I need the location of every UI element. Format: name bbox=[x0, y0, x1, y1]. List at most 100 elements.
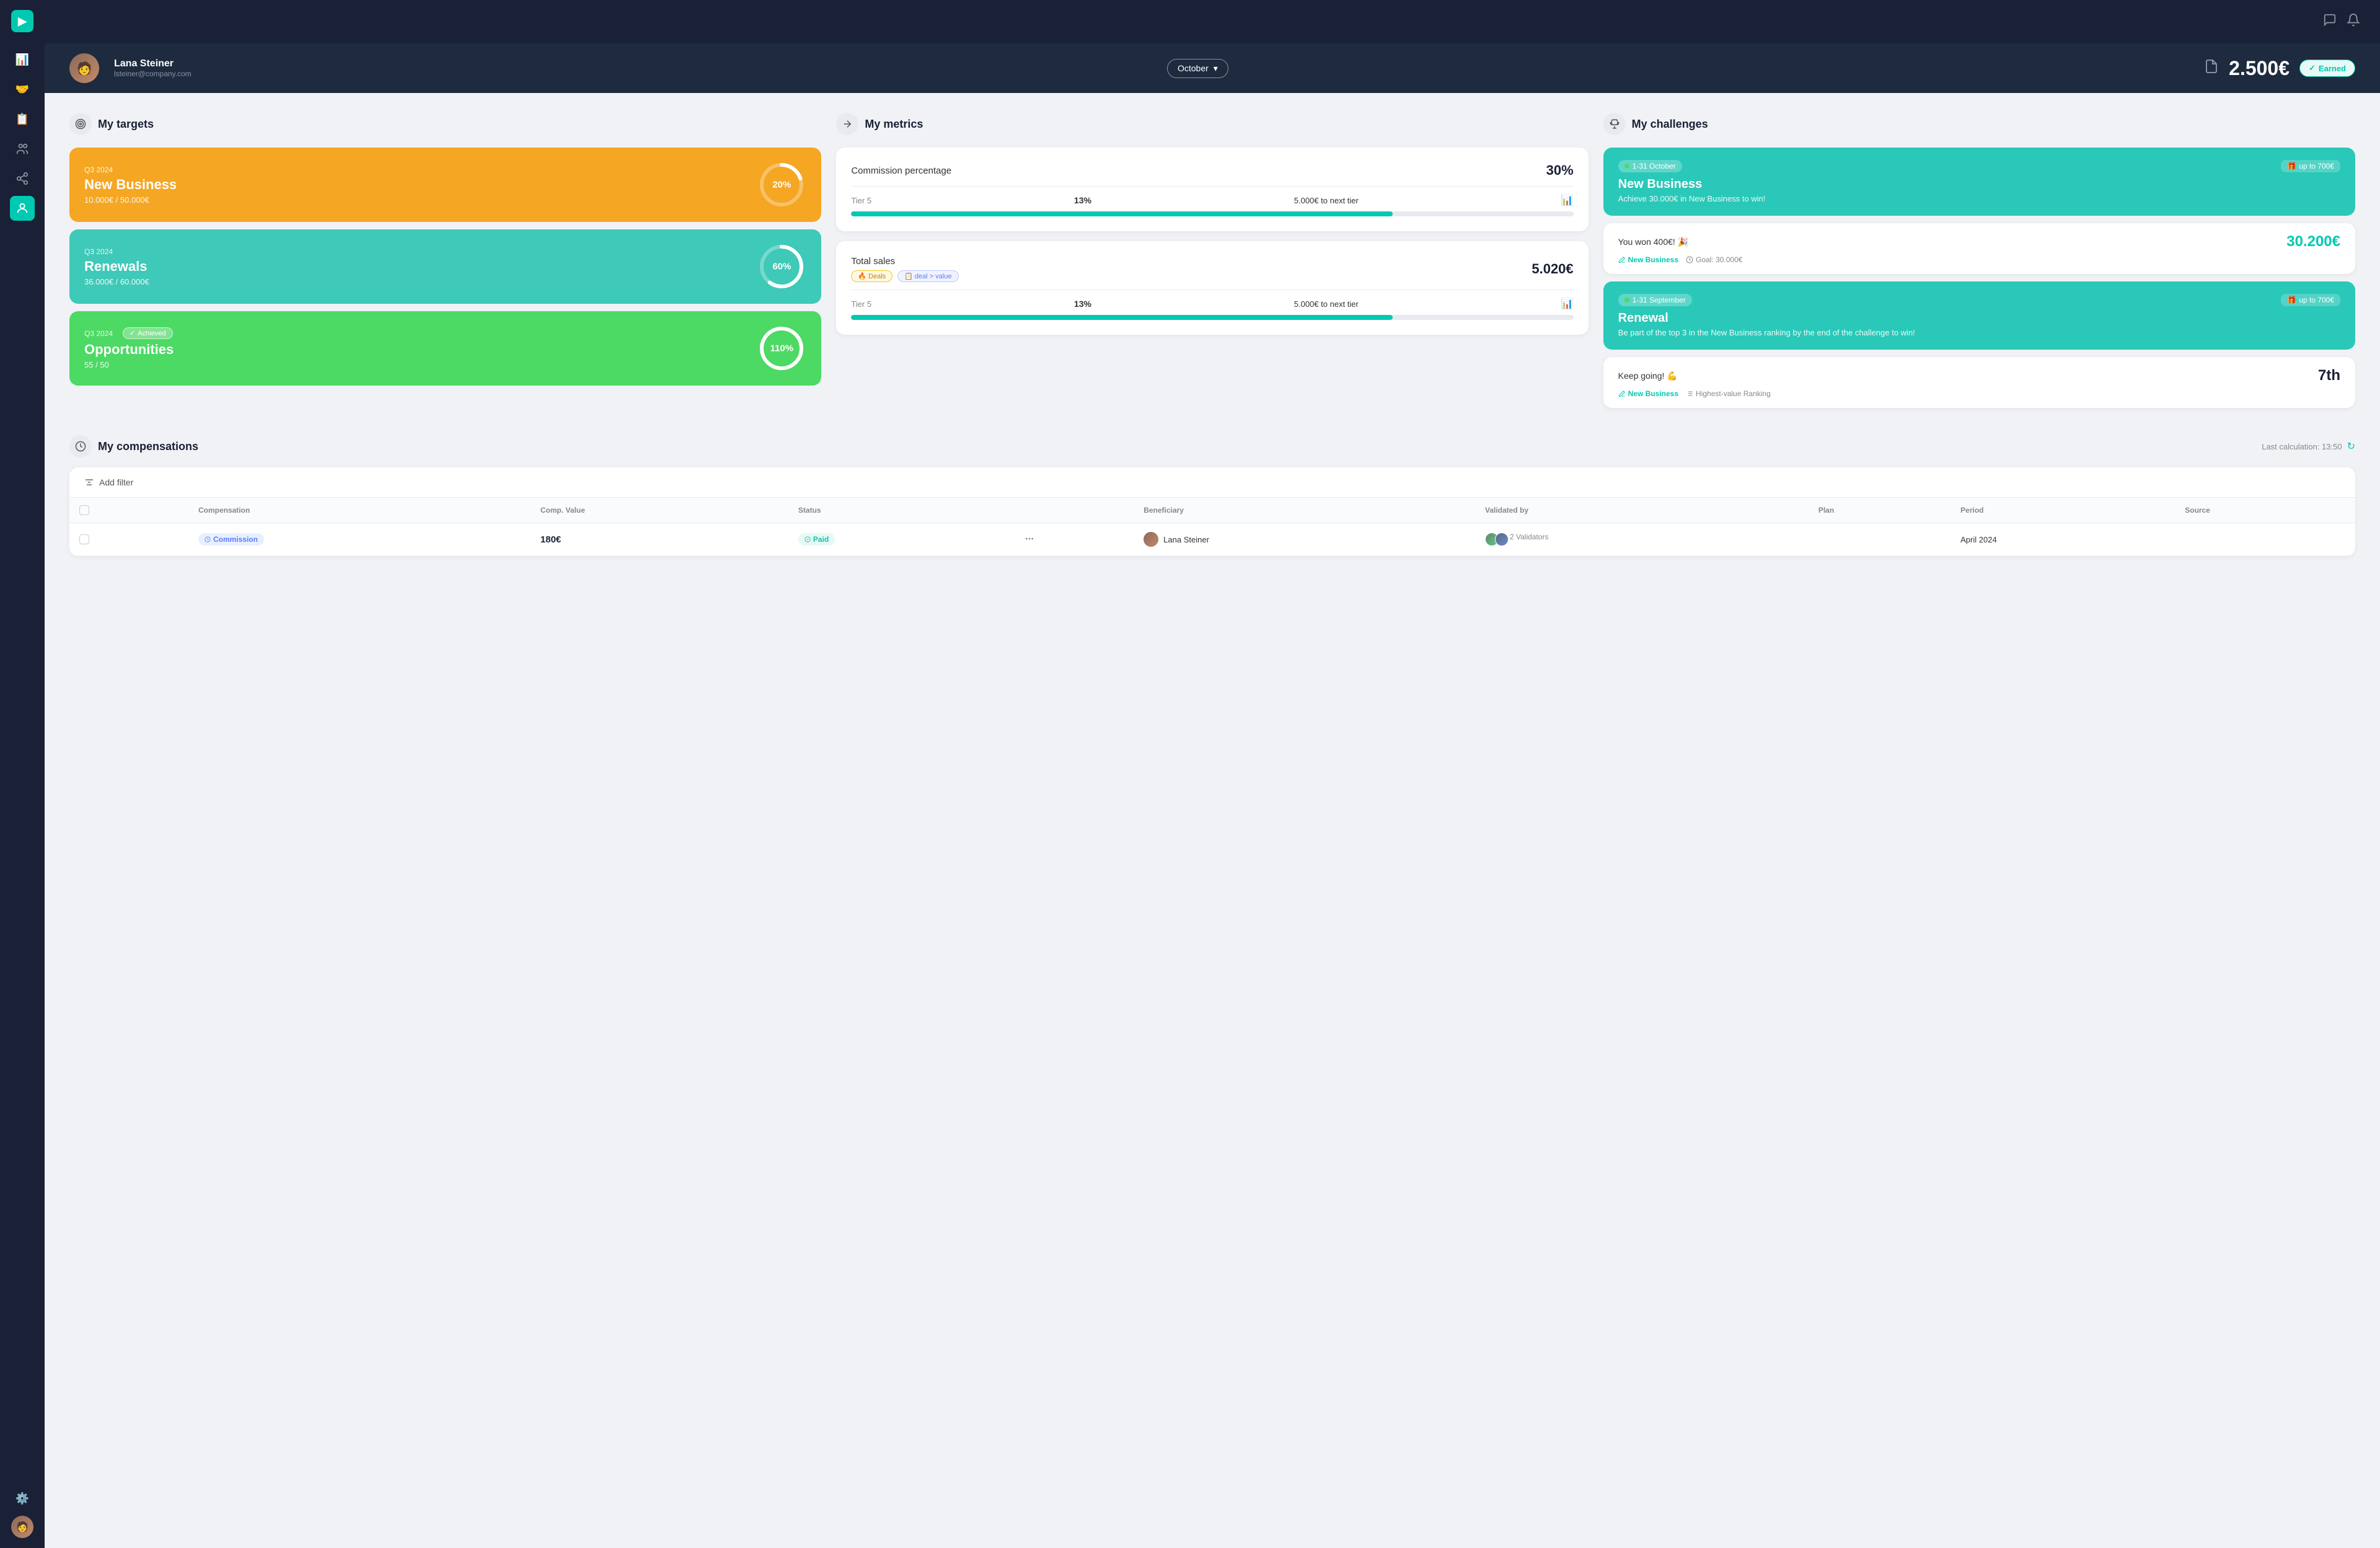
comp-type-badge: Commission bbox=[198, 533, 264, 546]
chat-icon[interactable] bbox=[2323, 13, 2337, 30]
target-name-1: New Business bbox=[84, 177, 177, 193]
app-logo[interactable]: ▶ bbox=[11, 10, 33, 32]
challenges-section: My challenges 1-31 October 🎁 up to 700€ … bbox=[1603, 113, 2355, 415]
challenge-result-text-2: Keep going! 💪 bbox=[1618, 371, 1678, 381]
sidebar-item-settings[interactable]: ⚙️ bbox=[10, 1486, 35, 1511]
target-progress-1: 20% bbox=[757, 160, 806, 210]
topbar bbox=[45, 0, 2380, 43]
sales-tier-pct: 13% bbox=[1074, 299, 1091, 309]
document-icon[interactable] bbox=[2204, 59, 2219, 77]
challenge-prize-1: 🎁 up to 700€ bbox=[2281, 160, 2340, 172]
target-name-3: Opportunities bbox=[84, 342, 174, 358]
select-all-checkbox[interactable] bbox=[79, 505, 89, 515]
source-cell bbox=[2175, 523, 2355, 556]
plan-cell bbox=[1809, 523, 1950, 556]
comp-value: 180€ bbox=[540, 534, 561, 545]
target-pct-2: 60% bbox=[772, 262, 791, 272]
commission-tier: Tier 5 bbox=[851, 196, 871, 205]
challenge-result-1: You won 400€! 🎉 30.200€ New Business Goa… bbox=[1603, 223, 2355, 274]
challenge-date-2: 1-31 September bbox=[1618, 294, 1692, 306]
target-quarter-1: Q3 2024 bbox=[84, 166, 177, 174]
challenge-result-amount-1: 30.200€ bbox=[2286, 233, 2340, 250]
target-values-2: 36.000€ / 60.000€ bbox=[84, 277, 149, 286]
target-pct-1: 20% bbox=[772, 180, 791, 190]
validator-avatar-2 bbox=[1495, 533, 1509, 546]
cards-row: My targets Q3 2024 New Business 10.000€ … bbox=[69, 113, 2355, 415]
row-action-icon[interactable] bbox=[1025, 534, 1034, 544]
challenge-tag-2a: New Business bbox=[1618, 389, 1678, 398]
challenge-card-2: 1-31 September 🎁 up to 700€ Renewal Be p… bbox=[1603, 281, 2355, 350]
total-sales-value: 5.020€ bbox=[1532, 261, 1573, 277]
sidebar-item-connections[interactable] bbox=[10, 166, 35, 191]
commission-tier-next: 5.000€ to next tier bbox=[1294, 196, 1359, 205]
user-avatar: 🧑 bbox=[69, 53, 99, 83]
filter-label: Add filter bbox=[99, 477, 133, 487]
beneficiary-cell: Lana Steiner bbox=[1144, 532, 1465, 547]
col-status: Status bbox=[788, 498, 1015, 523]
compensations-section: My compensations Last calculation: 13:50… bbox=[69, 435, 2355, 556]
sidebar-item-dashboard[interactable]: 📊 bbox=[10, 47, 35, 72]
challenge-name-1: New Business bbox=[1618, 177, 2340, 192]
target-card-opportunities: Q3 2024 ✓ Achieved Opportunities 55 / 50 bbox=[69, 311, 821, 386]
col-plan: Plan bbox=[1809, 498, 1950, 523]
challenge-name-2: Renewal bbox=[1618, 311, 2340, 325]
target-name-2: Renewals bbox=[84, 259, 149, 275]
sales-tier: Tier 5 bbox=[851, 299, 871, 309]
earned-badge: ✓ Earned bbox=[2299, 60, 2355, 77]
deal-value-filter-tag[interactable]: 📋 deal > value bbox=[897, 270, 958, 282]
challenge-prize-2: 🎁 up to 700€ bbox=[2281, 294, 2340, 306]
col-beneficiary: Beneficiary bbox=[1134, 498, 1475, 523]
challenge-tag-1a: New Business bbox=[1618, 255, 1678, 264]
table-row: Commission 180€ Paid bbox=[69, 523, 2355, 556]
earnings-amount: 2.500€ bbox=[2229, 57, 2290, 80]
target-values-1: 10.000€ / 50.000€ bbox=[84, 195, 177, 205]
sidebar-item-profile[interactable] bbox=[10, 196, 35, 221]
header-bar: 🧑 Lana Steiner lsteiner@company.com Octo… bbox=[45, 43, 2380, 93]
main-area: 🧑 Lana Steiner lsteiner@company.com Octo… bbox=[45, 0, 2380, 1548]
targets-section: My targets Q3 2024 New Business 10.000€ … bbox=[69, 113, 821, 415]
challenge-result-2: Keep going! 💪 7th New Business Highest-v… bbox=[1603, 357, 2355, 408]
challenges-section-icon bbox=[1603, 113, 1626, 135]
metrics-section-icon bbox=[836, 113, 858, 135]
sidebar-item-deals[interactable]: 🤝 bbox=[10, 77, 35, 102]
challenge-card-1: 1-31 October 🎁 up to 700€ New Business A… bbox=[1603, 148, 2355, 216]
challenge-tag-1b: Goal: 30.000€ bbox=[1686, 255, 1742, 264]
target-card-renewals: Q3 2024 Renewals 36.000€ / 60.000€ 60% bbox=[69, 229, 821, 304]
challenge-desc-1: Achieve 30.000€ in New Business to win! bbox=[1618, 194, 2340, 203]
metrics-title: My metrics bbox=[865, 118, 923, 131]
commission-tier-pct: 13% bbox=[1074, 195, 1091, 205]
col-compensation: Compensation bbox=[188, 498, 531, 523]
target-card-new-business: Q3 2024 New Business 10.000€ / 50.000€ 2… bbox=[69, 148, 821, 222]
targets-title: My targets bbox=[98, 118, 154, 131]
earned-label: Earned bbox=[2319, 64, 2346, 73]
bell-icon[interactable] bbox=[2347, 13, 2360, 30]
row-checkbox[interactable] bbox=[79, 534, 89, 544]
target-quarter-2: Q3 2024 bbox=[84, 247, 149, 256]
sidebar-user-avatar[interactable]: 🧑 bbox=[11, 1516, 33, 1538]
add-filter-button[interactable]: Add filter bbox=[69, 467, 2355, 498]
challenge-desc-2: Be part of the top 3 in the New Business… bbox=[1618, 328, 2340, 337]
challenges-title: My challenges bbox=[1632, 118, 1708, 131]
targets-section-icon bbox=[69, 113, 92, 135]
achieved-badge: ✓ Achieved bbox=[123, 327, 172, 339]
sidebar-item-reports[interactable]: 📋 bbox=[10, 107, 35, 131]
month-selector[interactable]: October ▾ bbox=[1167, 59, 1228, 78]
last-calculation-text: Last calculation: 13:50 bbox=[2262, 442, 2342, 451]
period-cell: April 2024 bbox=[1950, 523, 2175, 556]
user-name: Lana Steiner bbox=[114, 58, 192, 69]
target-values-3: 55 / 50 bbox=[84, 360, 174, 369]
compensations-card: Add filter Compensation Comp. Value Stat… bbox=[69, 467, 2355, 556]
user-email: lsteiner@company.com bbox=[114, 69, 192, 78]
content-area: My targets Q3 2024 New Business 10.000€ … bbox=[45, 93, 2380, 1548]
validators-cell: 2 Validators bbox=[1485, 533, 1799, 546]
sidebar-item-team[interactable] bbox=[10, 136, 35, 161]
commission-value: 30% bbox=[1546, 162, 1574, 179]
col-validated-by: Validated by bbox=[1475, 498, 1809, 523]
refresh-icon[interactable]: ↻ bbox=[2347, 440, 2355, 453]
chevron-down-icon: ▾ bbox=[1214, 63, 1218, 74]
challenge-date-1: 1-31 October bbox=[1618, 160, 1682, 172]
deals-filter-tag[interactable]: 🔥 Deals bbox=[851, 270, 892, 282]
target-progress-3: 110% bbox=[757, 324, 806, 373]
total-sales-card: Total sales 🔥 Deals 📋 deal > value 5.020… bbox=[836, 241, 1588, 335]
commission-tier-bar bbox=[851, 211, 1393, 216]
